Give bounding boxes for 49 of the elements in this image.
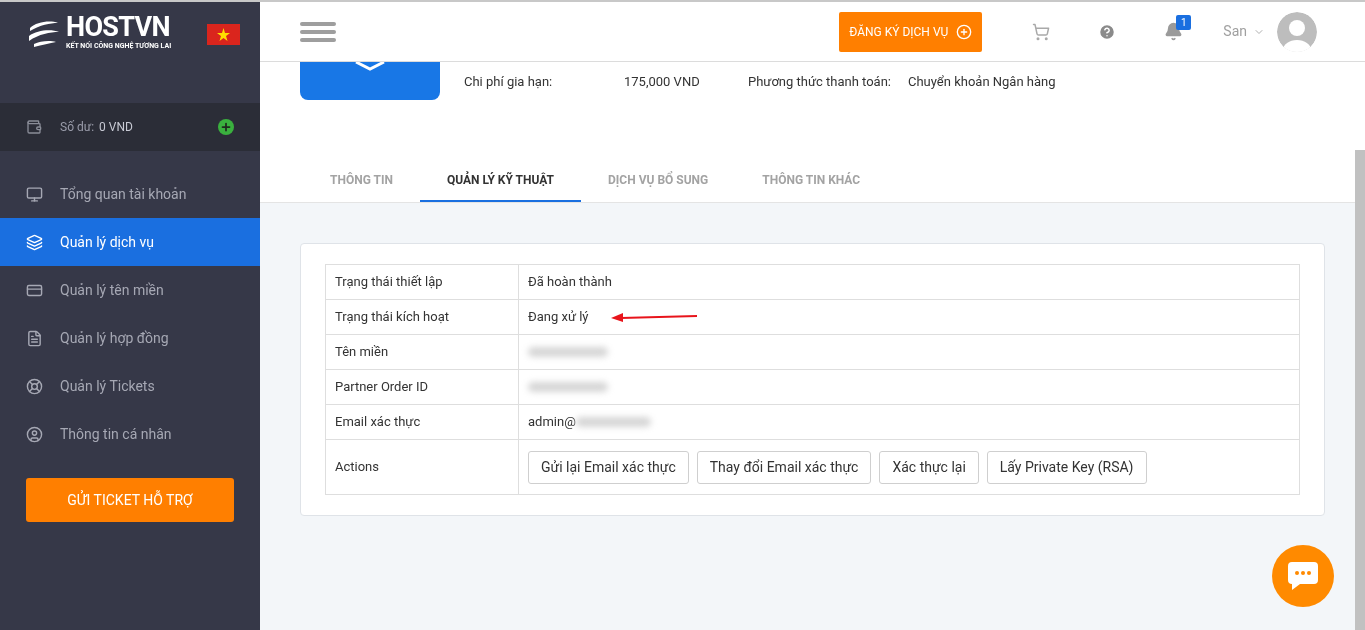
plus-circle-icon	[956, 23, 973, 40]
action-button[interactable]: Thay đổi Email xác thực	[696, 450, 872, 484]
plus-icon	[220, 121, 232, 133]
table-cell-text: Đang xử lý	[528, 308, 589, 327]
renewal-cost-value: 175,000 VND	[624, 73, 701, 91]
tab[interactable]: THÔNG TIN	[303, 159, 420, 202]
table-cell: Partner Order ID	[325, 369, 519, 405]
notification-badge: 1	[1176, 15, 1192, 30]
support-ticket-button[interactable]: GỬI TICKET HỖ TRỢ	[26, 478, 234, 522]
wallet-icon	[26, 119, 42, 135]
chat-bubble-icon	[1288, 562, 1318, 590]
cart-icon[interactable]	[1032, 22, 1051, 41]
menu-icon[interactable]	[300, 21, 336, 42]
payment-method-value: Chuyển khoản Ngân hàng	[908, 73, 1056, 91]
register-service-button[interactable]: ĐĂNG KÝ DỊCH VỤ	[839, 11, 983, 52]
table-cell: Actions	[325, 439, 519, 495]
sidebar-item[interactable]: Quản lý tên miền	[0, 266, 260, 314]
brand-name: HOSTVN	[66, 14, 171, 41]
tab[interactable]: QUẢN LÝ KỸ THUẬT	[419, 159, 582, 202]
action-button[interactable]: Lấy Private Key (RSA)	[986, 450, 1147, 484]
action-button[interactable]: Xác thực lại	[879, 450, 979, 484]
payment-method-label: Phương thức thanh toán:	[748, 73, 892, 91]
balance-label: Số dư:	[60, 119, 95, 136]
sidebar-item[interactable]: Tổng quan tài khoản	[0, 170, 260, 218]
add-funds-button[interactable]	[218, 119, 234, 135]
avatar-icon[interactable]	[1277, 11, 1317, 52]
action-button[interactable]: Gửi lại Email xác thực	[528, 450, 689, 484]
table-cell: Trạng thái thiết lập	[325, 264, 519, 300]
user-name[interactable]: San	[1223, 21, 1247, 42]
flag-icon	[207, 24, 240, 45]
renewal-cost-label: Chi phí gia hạn:	[464, 73, 554, 91]
sidebar-item[interactable]: Quản lý Tickets	[0, 362, 260, 410]
balance-value: 0 VND	[99, 119, 133, 136]
tab[interactable]: DỊCH VỤ BỔ SUNG	[581, 159, 736, 202]
sidebar-item[interactable]: Quản lý dịch vụ	[0, 218, 260, 266]
table-cell: Trạng thái kích hoạt	[325, 299, 519, 335]
tab[interactable]: THÔNG TIN KHÁC	[735, 159, 888, 202]
table-cell-text: Đã hoàn thành	[528, 273, 612, 292]
sidebar-item[interactable]: Quản lý hợp đồng	[0, 314, 260, 362]
user-circle-icon	[26, 425, 43, 443]
document-icon	[26, 329, 43, 347]
table-cell-text: admin@	[528, 413, 576, 432]
table-cell: Tên miền	[325, 334, 519, 370]
table-cell: Email xác thực	[325, 404, 519, 440]
layers-icon	[26, 233, 43, 251]
sidebar-item[interactable]: Thông tin cá nhân	[0, 410, 260, 458]
help-icon[interactable]	[1098, 22, 1117, 41]
lifebuoy-icon	[26, 377, 43, 395]
monitor-icon	[26, 185, 43, 203]
